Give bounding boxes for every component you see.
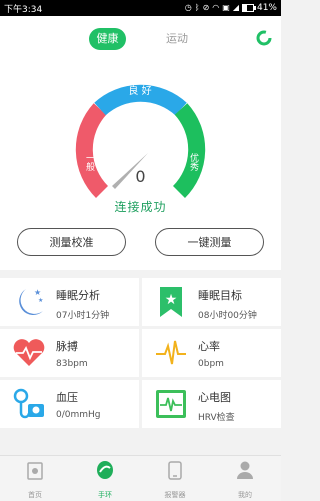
sim-icon: ▣ [222, 3, 230, 12]
card-value: 0/0mmHg [56, 410, 101, 420]
signal-icon: ◢ [232, 3, 239, 12]
card-pulse[interactable]: 脉搏 83bpm [0, 329, 139, 377]
wifi-icon: ◠ [212, 3, 220, 12]
nav-label: 首页 [28, 491, 42, 499]
gauge-value: 0 [135, 167, 146, 186]
connection-status: 连接成功 [114, 200, 167, 214]
alarm-icon [168, 461, 182, 480]
nav-label: 报警器 [164, 491, 186, 499]
gauge-label-good: 良 好 [128, 84, 151, 97]
heart-pulse-icon [13, 339, 45, 366]
nav-bracelet[interactable]: 手环 [80, 460, 130, 500]
card-title: 血压 [56, 391, 78, 404]
calibrate-button[interactable]: 测量校准 [17, 228, 126, 256]
card-sleep-analysis[interactable]: ★ ★ 睡眠分析 07小时1分钟 [0, 278, 139, 326]
card-sleep-goal[interactable]: ★ 睡眠目标 08小时00分钟 [142, 278, 281, 326]
tab-health[interactable]: 健康 [89, 28, 126, 50]
status-bar: 下午3:34 ◷ ᛒ ⊘ ◠ ▣ ◢ 41% [0, 0, 281, 16]
user-icon [237, 461, 253, 479]
card-value: 0bpm [198, 359, 224, 369]
nav-home[interactable]: 首页 [10, 460, 60, 500]
card-title: 心电图 [198, 391, 231, 404]
tab-sport[interactable]: 运动 [157, 28, 197, 50]
card-heart-rate[interactable]: 心率 0bpm [142, 329, 281, 377]
status-time: 下午3:34 [4, 4, 43, 15]
nav-profile[interactable]: 我的 [220, 460, 270, 500]
health-panel: 健康 运动 一般 良 好 优秀 0 连接成功 测量校准 一键测量 [0, 16, 281, 270]
home-icon [27, 462, 43, 480]
mute-icon: ⊘ [202, 3, 210, 12]
one-key-measure-button[interactable]: 一键测量 [155, 228, 264, 256]
card-ecg[interactable]: 心电图 HRV检查 [142, 380, 281, 428]
svg-text:★: ★ [165, 292, 178, 308]
card-title: 睡眠分析 [56, 289, 100, 302]
card-value: 07小时1分钟 [56, 311, 110, 321]
svg-text:★: ★ [38, 297, 43, 304]
battery-percent: 41% [256, 3, 277, 13]
clock-icon: ◷ [184, 3, 192, 12]
card-title: 睡眠目标 [198, 289, 242, 302]
sync-icon[interactable] [256, 30, 272, 46]
moon-stars-icon: ★ ★ [19, 288, 43, 316]
star-ribbon-icon: ★ [160, 287, 182, 317]
bracelet-icon [97, 461, 113, 479]
card-value: 83bpm [56, 359, 88, 369]
nav-label: 手环 [98, 491, 112, 499]
battery-icon [241, 4, 256, 12]
card-blood-pressure[interactable]: 血压 0/0mmHg [0, 380, 139, 428]
card-value: HRV检查 [198, 413, 235, 423]
heartbeat-wave-icon [156, 340, 186, 365]
card-title: 脉搏 [56, 340, 78, 353]
status-icons: ◷ ᛒ ⊘ ◠ ▣ ◢ 41% [185, 3, 277, 13]
card-title: 心率 [198, 340, 220, 353]
ecg-monitor-icon [156, 390, 186, 418]
bottom-nav: 首页 手环 报警器 我的 [0, 455, 281, 501]
card-value: 08小时00分钟 [198, 311, 257, 321]
nav-label: 我的 [238, 491, 252, 499]
nav-alarm[interactable]: 报警器 [150, 460, 200, 500]
tab-bar: 健康 运动 [0, 28, 281, 52]
blood-pressure-icon [13, 388, 44, 419]
svg-text:★: ★ [34, 288, 41, 297]
bluetooth-icon: ᛒ [194, 3, 200, 12]
